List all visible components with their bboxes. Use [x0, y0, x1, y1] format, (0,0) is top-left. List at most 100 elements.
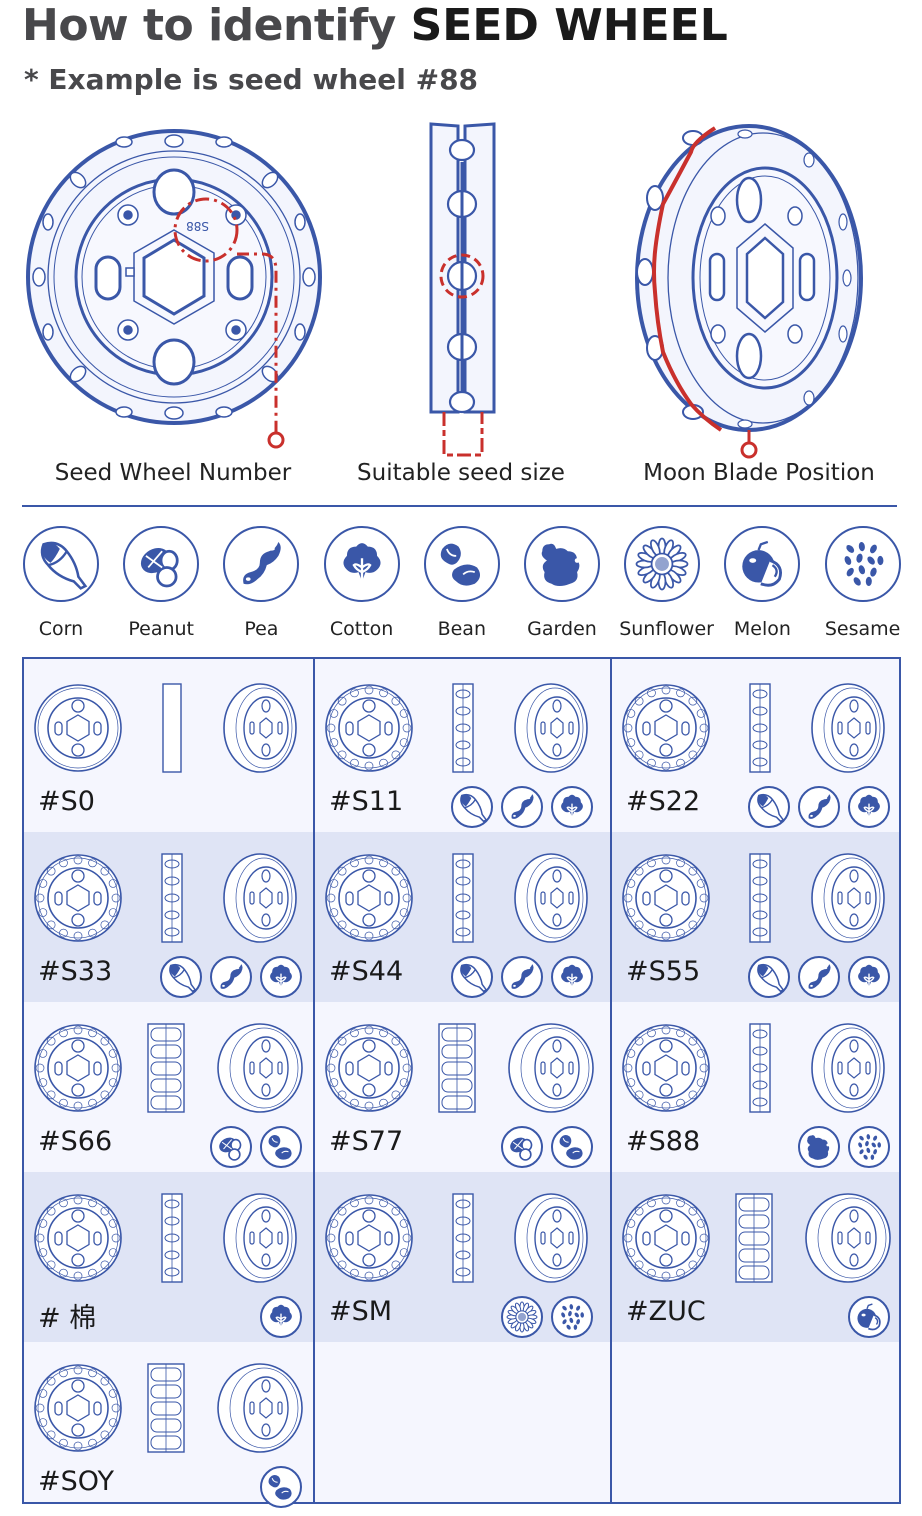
wheel-angled-view: [217, 1023, 303, 1113]
label-moon-blade-position: Moon Blade Position: [643, 460, 875, 486]
wheel-code: #S0: [38, 786, 95, 817]
seed-type-sunflower: Sunflower: [619, 526, 714, 640]
wheel-angled-view: [223, 1193, 297, 1283]
wheel-views: [34, 1022, 304, 1114]
wheel-views: [34, 1362, 304, 1454]
corn-icon: [757, 793, 785, 823]
wheel-views: [325, 1192, 595, 1284]
seed-icon-circle: [123, 526, 200, 602]
peanut-icon: [219, 1137, 242, 1161]
wheel-angled-illustration: [635, 124, 863, 459]
wheel-views: [34, 1192, 304, 1284]
wheel-front-view: [622, 854, 710, 942]
compatible-seed-pea: [798, 786, 840, 828]
compatible-seeds: [798, 1126, 890, 1168]
seed-wheel-card: #SOY: [26, 1342, 316, 1512]
wheel-edge-view: [749, 683, 771, 773]
corn-icon: [757, 963, 785, 993]
compatible-seed-corn: [748, 956, 790, 998]
wheel-edge-view: [438, 1023, 476, 1113]
cotton-icon: [270, 1304, 292, 1329]
wheel-angled-view: [514, 683, 588, 773]
seed-type-label: Melon: [733, 618, 791, 640]
wheel-edge-view: [162, 683, 182, 773]
seed-icon-circle: [724, 526, 801, 602]
compatible-seeds: [848, 1296, 890, 1338]
compatible-seed-cotton: [551, 956, 593, 998]
seed-type-peanut: Peanut: [118, 526, 204, 640]
wheel-edge-view: [147, 1363, 185, 1453]
compatible-seed-peanut: [501, 1126, 543, 1168]
compatible-seed-pea: [798, 956, 840, 998]
wheel-front-view: [325, 854, 413, 942]
wheel-code: #ZUC: [626, 1296, 706, 1327]
compatible-seeds: [160, 956, 302, 998]
compatible-seed-corn: [160, 956, 202, 998]
compatible-seeds: [210, 1126, 302, 1168]
compatible-seed-cotton: [260, 1296, 302, 1338]
cotton-icon: [561, 794, 583, 819]
wheel-views: [325, 682, 595, 774]
wheel-angled-view: [514, 1193, 588, 1283]
bean-icon: [559, 1135, 583, 1160]
peanut-icon: [141, 547, 179, 588]
wheel-edge-view: [749, 1023, 771, 1113]
seed-wheel-card: #S22: [614, 662, 904, 832]
wheel-code: #SOY: [38, 1466, 115, 1497]
wheel-angled-view: [805, 1193, 891, 1283]
seed-type-pea: Pea: [218, 526, 304, 640]
compatible-seed-garden: [798, 1126, 840, 1168]
compatible-seeds: [748, 956, 890, 998]
compatible-seed-peanut: [210, 1126, 252, 1168]
compatible-seed-sesame: [551, 1296, 593, 1338]
hero-front-view: S88: [26, 112, 322, 462]
compatible-seed-corn: [451, 956, 493, 998]
wheel-front-view: [34, 1194, 122, 1282]
compatible-seed-pea: [501, 956, 543, 998]
seed-icon-circle: [23, 526, 99, 602]
cotton-icon: [343, 543, 381, 584]
seed-wheel-card: #S66: [26, 1002, 316, 1172]
corn-icon: [169, 963, 197, 993]
compatible-seeds: [501, 1296, 593, 1338]
seed-type-label: Garden: [527, 618, 597, 640]
compatible-seed-sunflower: [501, 1296, 543, 1338]
wheel-views: [622, 1022, 892, 1114]
seed-wheel-card: #S11: [317, 662, 607, 832]
bean-icon: [440, 543, 480, 586]
wheel-edge-view: [161, 853, 183, 943]
section-divider: [22, 505, 897, 507]
wheel-views: [622, 682, 892, 774]
label-seed-wheel-number: Seed Wheel Number: [54, 460, 292, 486]
pea-icon: [220, 964, 243, 989]
cotton-icon: [858, 964, 880, 989]
seed-wheel-card: #S88: [614, 1002, 904, 1172]
wheel-edge-view: [452, 683, 474, 773]
wheel-angled-view: [217, 1363, 303, 1453]
seed-icon-circle: [223, 526, 300, 602]
compatible-seed-sesame: [848, 1126, 890, 1168]
compatible-seed-cotton: [551, 786, 593, 828]
garden-icon: [807, 1135, 830, 1160]
wheel-views: [325, 1022, 595, 1114]
wheel-front-illustration: S88: [26, 129, 322, 449]
pea-icon: [243, 541, 282, 585]
seed-icon-circle: [423, 526, 500, 602]
page-subtitle: * Example is seed wheel #88: [24, 63, 479, 96]
wheel-code: #S55: [626, 956, 701, 987]
wheel-angled-view: [223, 683, 297, 773]
melon-icon: [857, 1303, 881, 1331]
wheel-front-view: [325, 1194, 413, 1282]
cotton-icon: [858, 794, 880, 819]
title-prefix: How to identify: [22, 0, 411, 51]
wheel-code: #S33: [38, 956, 113, 987]
wheel-number-mark: S88: [186, 219, 209, 233]
wheel-front-view: [34, 1024, 122, 1112]
compatible-seed-bean: [260, 1126, 302, 1168]
wheel-views: [34, 852, 304, 944]
hero-angled-view: [633, 112, 865, 462]
compatible-seed-bean: [260, 1466, 302, 1508]
corn-icon: [460, 793, 488, 823]
cotton-icon: [270, 964, 292, 989]
seed-wheel-card: #SM: [317, 1172, 607, 1342]
